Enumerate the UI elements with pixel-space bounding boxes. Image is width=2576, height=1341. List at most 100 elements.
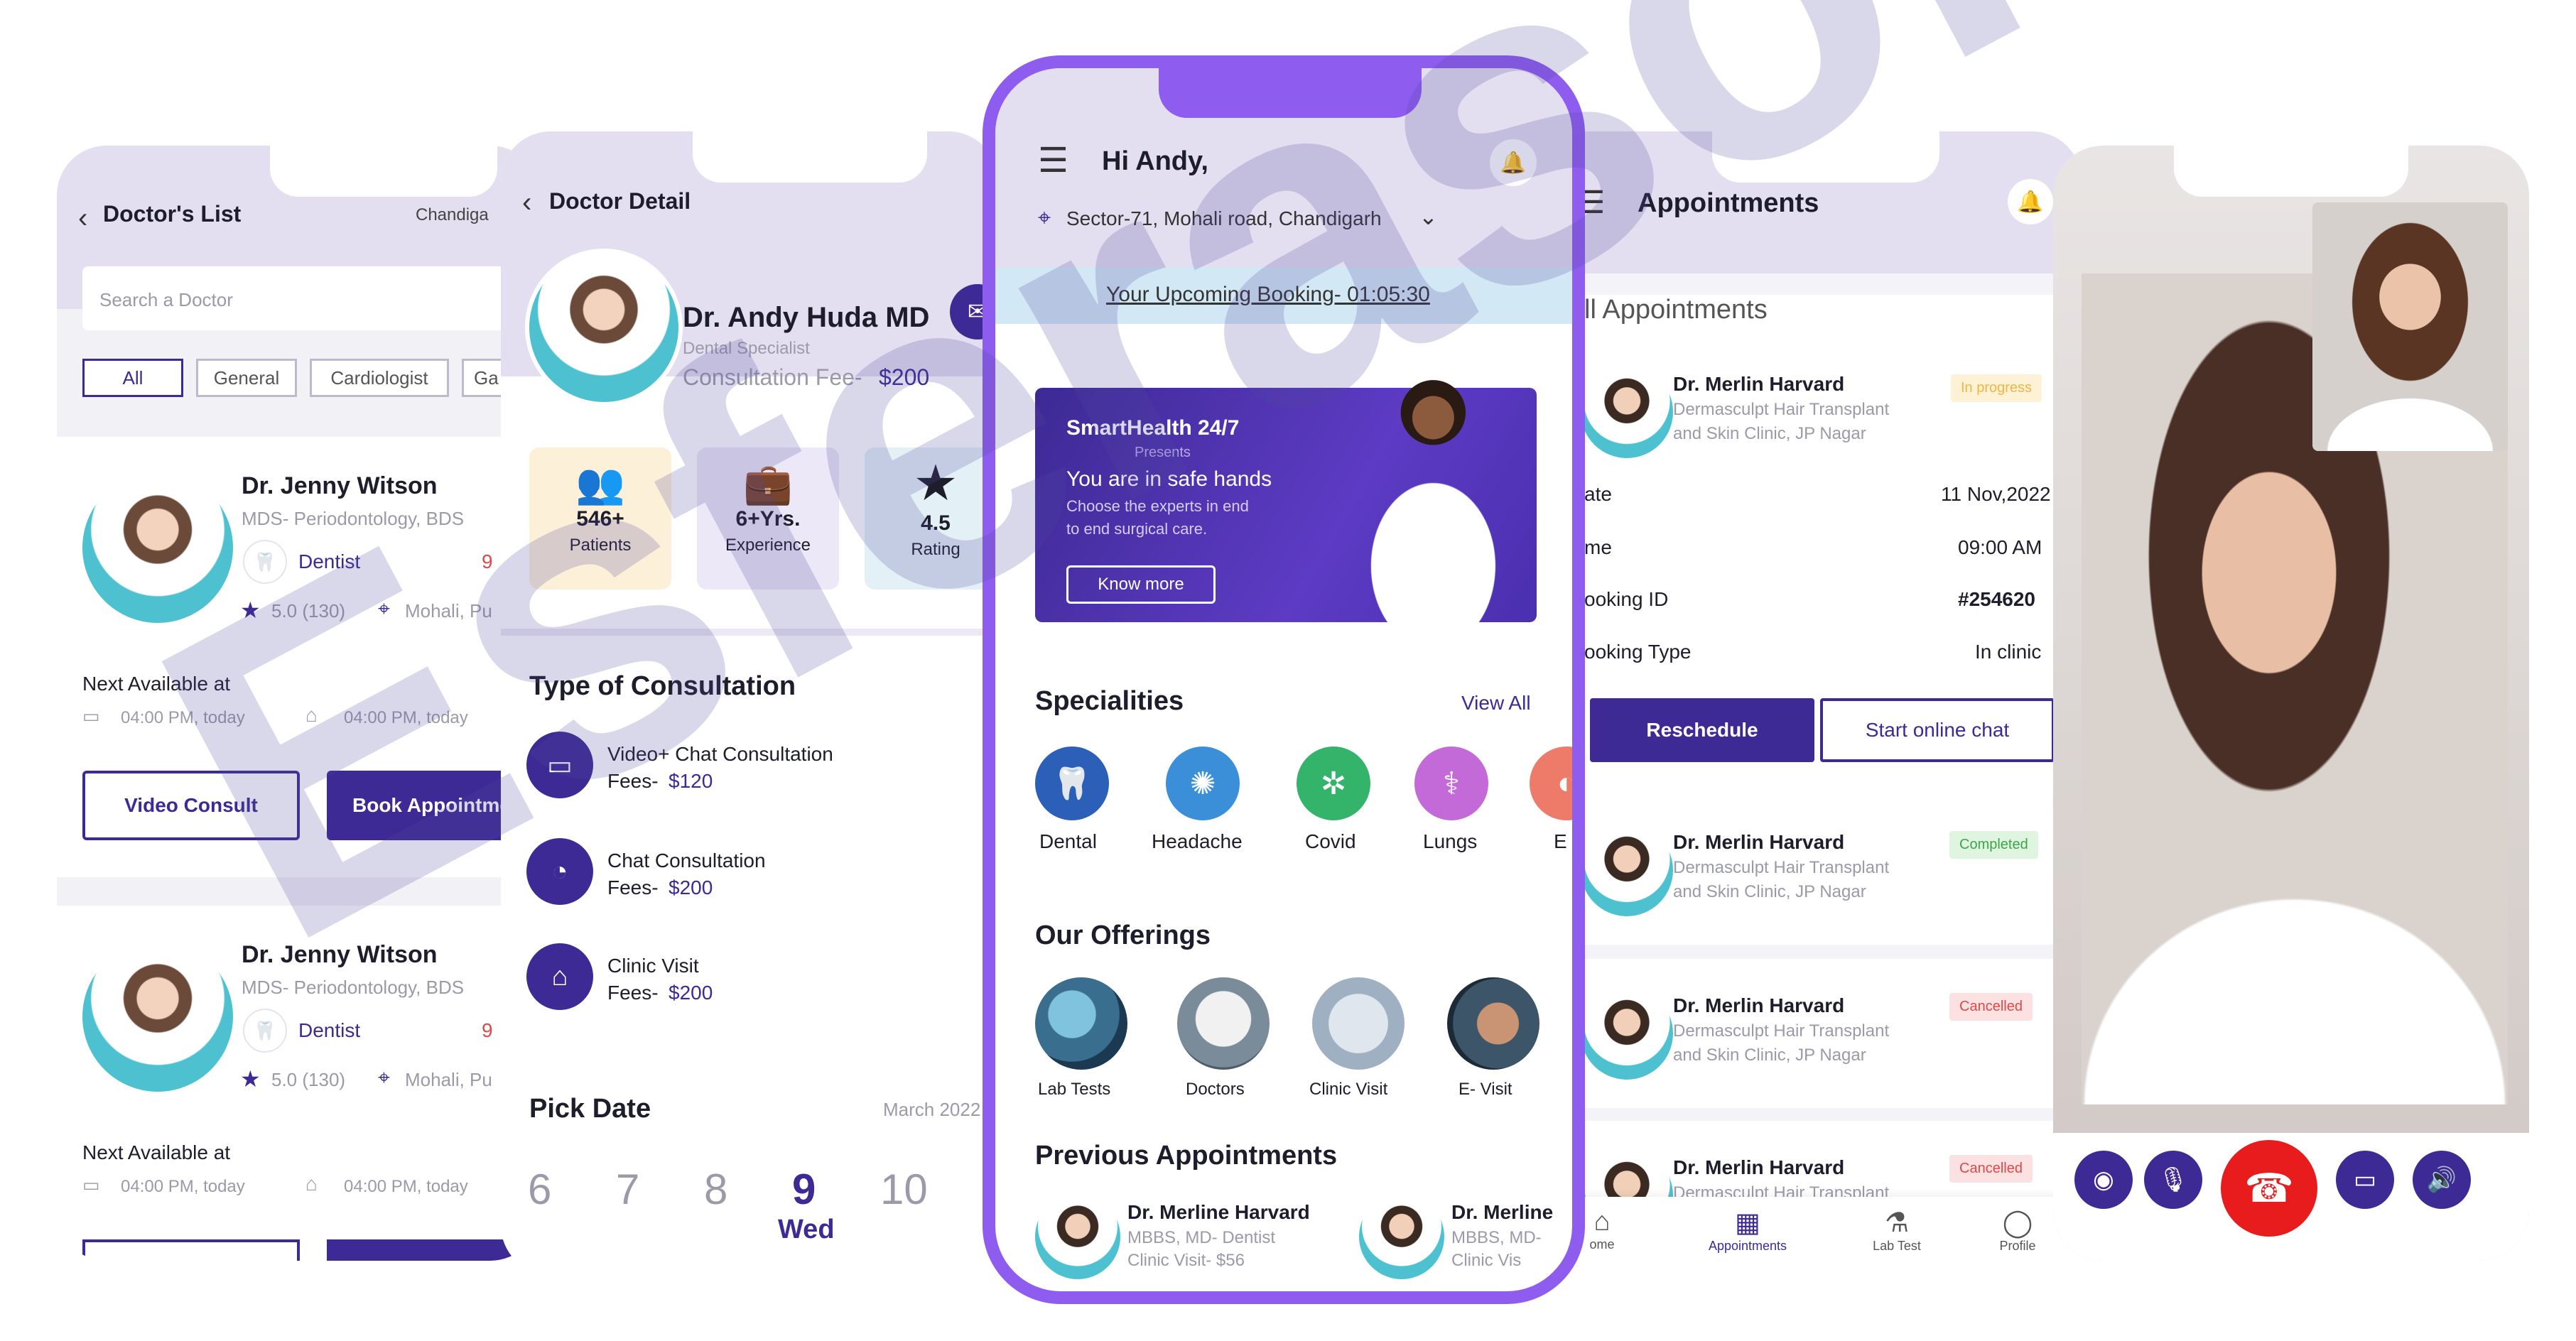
appointment-card[interactable]: Dr. Merlin Harvard Dermasculpt Hair Tran… <box>1542 1121 2082 1242</box>
video-call-screen: ◉ 🎙 ☎ ▭ 🔊 <box>2053 146 2529 1261</box>
star-icon: ★ <box>913 455 958 511</box>
video-camera-icon[interactable]: ▭ <box>2336 1151 2394 1209</box>
fee-label: Consultation Fee- <box>683 364 862 390</box>
filter-general[interactable]: General <box>196 359 297 397</box>
notification-bell-icon[interactable]: 🔔 <box>2008 179 2053 224</box>
status-badge-completed: Completed <box>1949 831 2038 859</box>
bottom-tab-bar: ⌂ ome ▦ Appointments ⚗ Lab Test ◯ Profil… <box>1542 1197 2082 1275</box>
menu-icon[interactable]: ☰ <box>1038 141 1068 180</box>
end-call-icon[interactable]: ☎ <box>2221 1140 2317 1237</box>
month-label[interactable]: March 2022 <box>883 1099 980 1121</box>
detail-value: In clinic <box>1975 641 2042 663</box>
flask-icon: ⚗ <box>1884 1208 1910 1238</box>
detail-value: 11 Nov,2022 <box>1941 483 2051 505</box>
doctor-degree: MDS- Periodontology, BDS <box>242 508 465 529</box>
doctor-location: Mohali, Pu <box>405 1069 492 1090</box>
consult-fee-label: Fees- <box>607 982 659 1004</box>
doctor-avatar <box>1581 987 1673 1080</box>
offering-label: Lab Tests <box>1038 1080 1111 1099</box>
speciality-label: Lungs <box>1423 830 1478 852</box>
star-icon: ★ <box>240 1066 261 1092</box>
banner-brand: SmartHealth 24/7 <box>1066 416 1240 440</box>
video-consult-button[interactable] <box>82 1239 300 1261</box>
location-pin-icon: ⌖ <box>1038 205 1051 230</box>
video-icon: ▭ <box>526 732 593 798</box>
doctor-degree: MDS- Periodontology, BDS <box>242 977 465 998</box>
tooth-icon: 🦷 <box>243 540 287 584</box>
start-chat-button[interactable]: Start online chat <box>1820 698 2055 762</box>
fee-value: $200 <box>879 364 930 390</box>
date-9-selected[interactable]: 9 <box>792 1165 816 1214</box>
page-title: Doctor's List <box>103 201 242 227</box>
notification-bell-icon[interactable]: 🔔 <box>1490 139 1537 186</box>
location-pin-icon: ⌖ <box>378 597 390 621</box>
chevron-down-icon[interactable]: ⌄ <box>1419 203 1438 230</box>
doctor-card[interactable]: Dr. Jenny Witson MDS- Periodontology, BD… <box>57 906 540 1261</box>
consult-option-video[interactable]: ▭ Video+ Chat Consultation Fees- $120 <box>526 732 953 803</box>
banner-sub-2: to end surgical care. <box>1066 520 1208 538</box>
tab-appointments[interactable]: ▦ Appointments <box>1677 1207 1819 1254</box>
microphone-icon[interactable]: 🎙 <box>2144 1151 2202 1209</box>
doctor-name: Dr. Merlin Harvard <box>1673 1156 1845 1178</box>
appointment-card[interactable]: Dr. Merlin Harvard Dermasculpt Hair Tran… <box>1542 796 2082 945</box>
previous-appointment-card[interactable]: Dr. Merline Harvard MBBS, MD- Dentist Cl… <box>1035 1194 1348 1291</box>
video-consult-button[interactable]: Video Consult <box>82 771 300 840</box>
doctor-card[interactable]: Dr. Jenny Witson MDS- Periodontology, BD… <box>57 437 540 877</box>
self-video-preview[interactable] <box>2312 202 2508 451</box>
page-title: Appointments <box>1638 188 1819 218</box>
banner-headline: You are in safe hands <box>1066 467 1272 491</box>
offering-label: Clinic Visit <box>1309 1080 1388 1099</box>
filter-all[interactable]: All <box>82 359 183 397</box>
back-icon[interactable]: ‹ <box>522 187 531 219</box>
pick-date-heading: Pick Date <box>529 1094 651 1124</box>
chat-bubble-icon: ◔ <box>526 838 593 905</box>
filter-cardiologist[interactable]: Cardiologist <box>310 359 449 397</box>
current-location[interactable]: Sector-71, Mohali road, Chandigarh <box>1066 207 1382 230</box>
clinic-line-2: and Skin Clinic, JP Nagar <box>1673 1046 1866 1065</box>
tab-profile[interactable]: ◯ Profile <box>1968 1207 2067 1254</box>
clinic-line-1: Dermasculpt Hair Transplant <box>1673 400 1890 419</box>
doctor-rating: 5.0 (130) <box>271 600 346 621</box>
reschedule-button[interactable]: Reschedule <box>1590 698 1814 762</box>
doctor-avatar <box>82 472 233 623</box>
appointment-card[interactable]: Dr. Merlin Harvard Dermasculpt Hair Tran… <box>1542 959 2082 1108</box>
promo-banner: SmartHealth 24/7 Presents You are in saf… <box>1035 367 1537 622</box>
search-placeholder: Search a Doctor <box>99 289 233 310</box>
rating-label: Rating <box>911 540 960 559</box>
home-screen: ☰ Hi Andy, 🔔 ⌖ Sector-71, Mohali road, C… <box>983 55 1585 1304</box>
clinic-visit-image <box>1312 977 1405 1070</box>
consult-title: Video+ Chat Consultation <box>607 743 833 765</box>
banner-presents: Presents <box>1135 445 1191 460</box>
doctor-name: Dr. Jenny Witson <box>242 941 438 968</box>
tab-lab-test[interactable]: ⚗ Lab Test <box>1840 1207 1954 1254</box>
speaker-icon[interactable]: 🔊 <box>2413 1151 2471 1209</box>
doctor-list-screen: ‹ Doctor's List Chandiga Search a Doctor… <box>57 146 540 1261</box>
doctor-specialist: Dental Specialist <box>683 339 810 358</box>
profile-icon: ◯ <box>2002 1208 2033 1238</box>
date-10[interactable]: 10 <box>880 1165 928 1214</box>
doctor-specialty: Dentist <box>298 1019 361 1041</box>
consult-option-chat[interactable]: ◔ Chat Consultation Fees- $200 <box>526 838 953 909</box>
section-title: ll Appointments <box>1584 295 1768 325</box>
video-slot-icon: ▭ <box>82 1174 100 1195</box>
date-8[interactable]: 8 <box>704 1165 727 1214</box>
virus-icon: ✲ <box>1297 746 1370 820</box>
previous-appointment-card[interactable]: Dr. Merline MBBS, MD- Clinic Vis <box>1359 1194 1572 1291</box>
know-more-button[interactable]: Know more <box>1066 565 1216 604</box>
doctor-avatar <box>82 941 233 1092</box>
upcoming-booking-bar[interactable]: Your Upcoming Booking- 01:05:30 <box>995 267 1572 324</box>
view-all-link[interactable]: View All <box>1461 692 1531 715</box>
search-input[interactable]: Search a Doctor <box>82 266 540 330</box>
eye-icon: ◐ <box>1530 746 1572 820</box>
back-icon[interactable]: ‹ <box>78 202 87 234</box>
date-6[interactable]: 6 <box>528 1165 551 1214</box>
date-7[interactable]: 7 <box>616 1165 639 1214</box>
consult-option-clinic[interactable]: ⌂ Clinic Visit Fees- $200 <box>526 943 953 1014</box>
switch-camera-icon[interactable]: ◉ <box>2074 1151 2133 1209</box>
doctor-name: Dr. Merlin Harvard <box>1673 373 1845 395</box>
clinic-slot-icon: ⌂ <box>305 1173 318 1195</box>
calendar-icon: ▦ <box>1735 1208 1760 1238</box>
location-label[interactable]: Chandiga <box>416 205 489 225</box>
lungs-icon: ⚕ <box>1414 746 1488 820</box>
patients-label: Patients <box>569 536 632 555</box>
